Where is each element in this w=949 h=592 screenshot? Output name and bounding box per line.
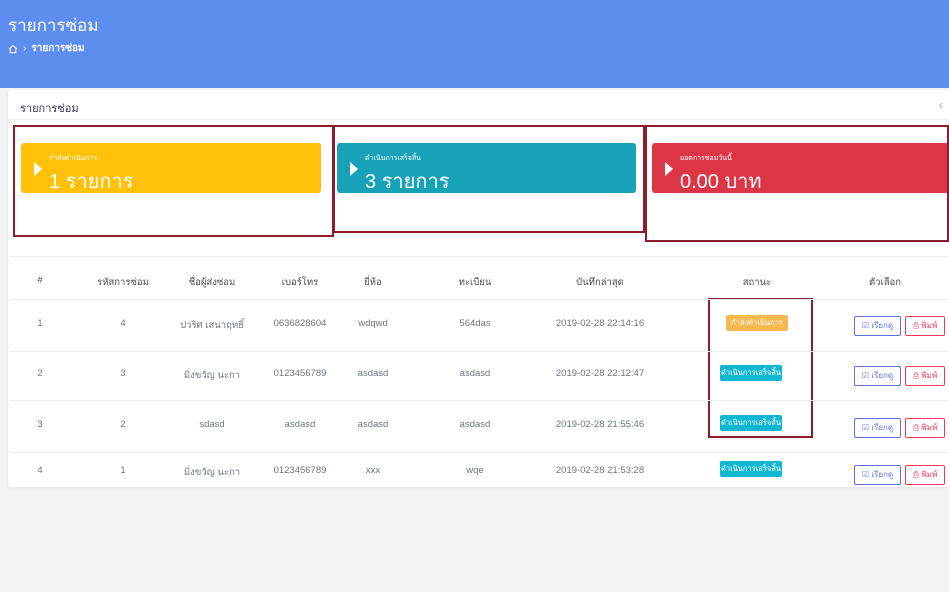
cell-brand: asdasd xyxy=(357,419,389,430)
home-icon[interactable] xyxy=(8,44,18,54)
edit-icon: ☑ xyxy=(861,321,872,330)
col-header-name: ชื่อผู้ส่งซ่อม xyxy=(188,277,236,288)
cell-name: ปวริศ เสนาฤทธิ์ xyxy=(180,320,244,331)
card-title: รายการซ่อม xyxy=(20,103,79,115)
breadcrumb-current[interactable]: รายการซ่อม xyxy=(31,41,84,56)
cell-plate: 564das xyxy=(459,318,491,329)
cell-code: 2 xyxy=(120,419,126,430)
view-button[interactable]: ☑ เรียกดู xyxy=(854,366,901,386)
cell-code: 3 xyxy=(120,368,126,379)
table-divider xyxy=(10,299,949,300)
collapse-chevron-icon[interactable]: ‹ xyxy=(939,97,943,112)
table-divider xyxy=(10,256,949,257)
col-header-status: สถานะ xyxy=(742,277,772,288)
cell-no: 1 xyxy=(37,318,43,329)
cell-plate: wqe xyxy=(466,465,484,476)
highlight-box xyxy=(645,125,949,242)
cell-no: 3 xyxy=(37,419,43,430)
cell-brand: asdasd xyxy=(357,368,389,379)
cell-updated: 2019-02-28 21:53:28 xyxy=(555,465,645,476)
col-header-no: # xyxy=(37,275,43,286)
view-button[interactable]: ☑ เรียกดู xyxy=(854,465,901,485)
cell-brand: wdqwd xyxy=(358,318,388,329)
edit-icon: ☑ xyxy=(861,470,872,479)
breadcrumb-separator-icon: › xyxy=(23,43,27,54)
cell-code: 4 xyxy=(120,318,126,329)
cell-updated: 2019-02-28 22:12:47 xyxy=(555,368,645,379)
table-divider xyxy=(10,400,949,401)
cell-updated: 2019-02-28 22:14:16 xyxy=(555,318,645,329)
cell-updated: 2019-02-28 21:55:46 xyxy=(555,419,645,430)
cell-code: 1 xyxy=(120,465,126,476)
edit-icon: ☑ xyxy=(861,423,872,432)
breadcrumb: › รายการซ่อม xyxy=(8,41,85,56)
cell-no: 2 xyxy=(37,368,43,379)
col-header-plate: ทะเบียน xyxy=(458,277,492,288)
cell-plate: asdasd xyxy=(459,368,491,379)
cell-phone: 0636828604 xyxy=(273,318,327,329)
cell-no: 4 xyxy=(37,465,43,476)
cell-name: มิ่งขวัญ นะกา xyxy=(183,370,241,381)
col-header-updated: บันทึกล่าสุด xyxy=(576,277,624,288)
print-button[interactable]: ⎙ พิมพ์ xyxy=(905,316,945,336)
cell-name: มิ่งขวัญ นะกา xyxy=(183,467,241,478)
print-button[interactable]: ⎙ พิมพ์ xyxy=(905,366,945,386)
page-header: รายการซ่อม › รายการซ่อม xyxy=(0,0,949,88)
status-badge: ดำเนินการเสร็จสิ้น xyxy=(720,461,782,477)
col-header-phone: เบอร์โทร xyxy=(281,277,319,288)
col-header-actions: ตัวเลือก xyxy=(868,277,902,288)
col-header-brand: ยี่ห้อ xyxy=(364,277,382,288)
view-button[interactable]: ☑ เรียกดู xyxy=(854,418,901,438)
edit-icon: ☑ xyxy=(861,371,872,380)
print-button[interactable]: ⎙ พิมพ์ xyxy=(905,418,945,438)
col-header-code: รหัสการซ่อม xyxy=(97,277,149,288)
cell-name: sdasd xyxy=(199,419,225,430)
cell-phone: asdasd xyxy=(284,419,316,430)
card-header: รายการซ่อม ‹ xyxy=(8,90,949,120)
status-badge: ดำเนินการเสร็จสิ้น xyxy=(720,415,782,431)
cell-brand: xxx xyxy=(365,465,381,476)
table-divider xyxy=(10,351,949,352)
view-button[interactable]: ☑ เรียกดู xyxy=(854,316,901,336)
cell-phone: 0123456789 xyxy=(273,465,327,476)
highlight-box xyxy=(333,125,645,233)
cell-phone: 0123456789 xyxy=(273,368,327,379)
print-button[interactable]: ⎙ พิมพ์ xyxy=(905,465,945,485)
highlight-box xyxy=(13,125,334,237)
status-badge: กำลังดำเนินการ xyxy=(726,315,788,331)
page-title: รายการซ่อม xyxy=(8,16,99,35)
cell-plate: asdasd xyxy=(459,419,491,430)
status-badge: ดำเนินการเสร็จสิ้น xyxy=(720,365,782,381)
table-divider xyxy=(10,452,949,453)
